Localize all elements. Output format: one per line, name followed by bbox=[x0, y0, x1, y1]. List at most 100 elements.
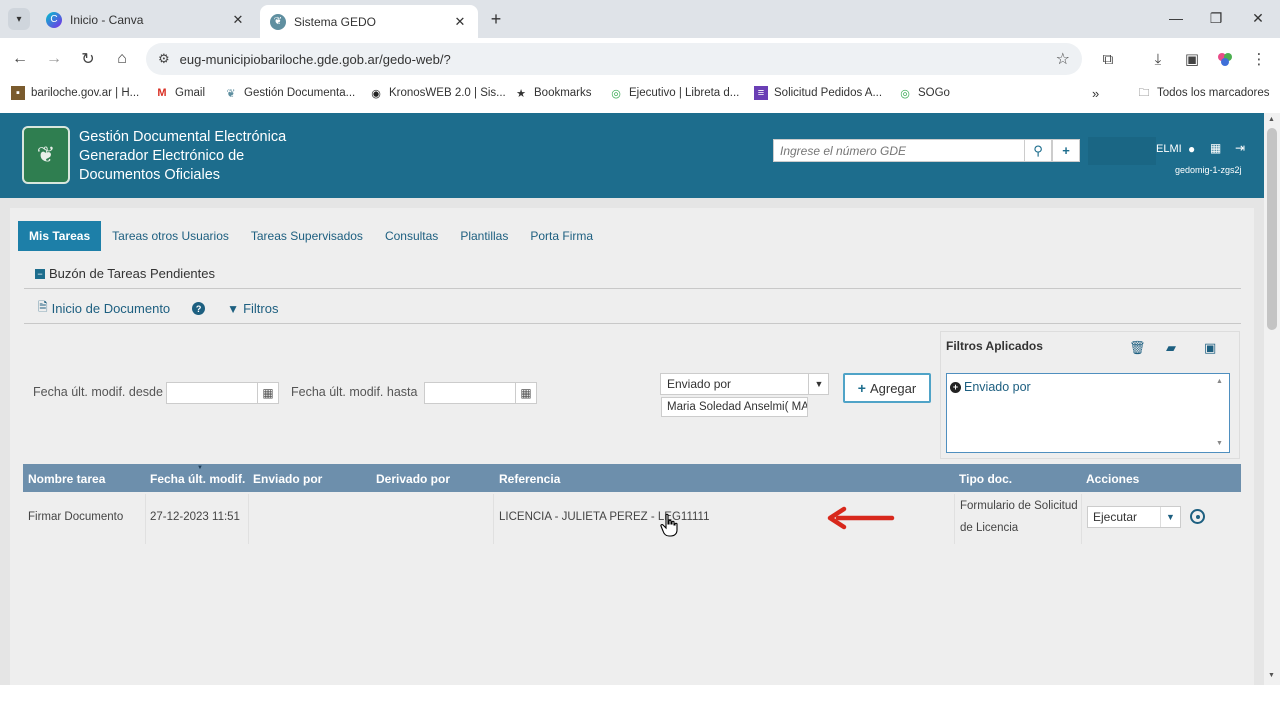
kronos-icon: ◉ bbox=[371, 87, 381, 100]
column-separator bbox=[493, 494, 494, 544]
fecha-hasta-input[interactable] bbox=[424, 382, 516, 404]
chevron-down-icon[interactable]: ▼ bbox=[808, 373, 829, 395]
scroll-up-icon[interactable]: ▲ bbox=[1216, 378, 1223, 385]
tab-mis-tareas[interactable]: Mis Tareas bbox=[18, 221, 102, 251]
view-history-icon[interactable] bbox=[1190, 509, 1205, 524]
reload-icon[interactable]: ↻ bbox=[77, 48, 99, 70]
profile-icon[interactable] bbox=[1214, 48, 1236, 70]
cell-nombre-tarea: Firmar Documento bbox=[28, 511, 124, 523]
collapse-icon[interactable]: − bbox=[35, 268, 45, 279]
remove-filter-icon[interactable]: + bbox=[950, 381, 961, 393]
bookmark-item[interactable]: ★ Bookmarks bbox=[514, 86, 592, 100]
more-bookmarks-icon[interactable]: » bbox=[1092, 86, 1099, 101]
fecha-desde-input[interactable] bbox=[166, 382, 258, 404]
filter-field-select[interactable]: Enviado por bbox=[660, 373, 829, 395]
browser-tab-gedo[interactable]: ❦ Sistema GEDO ✕ bbox=[260, 5, 478, 38]
tab-tareas-supervisados[interactable]: Tareas Supervisados bbox=[240, 221, 374, 251]
form-icon: ≡ bbox=[754, 86, 768, 100]
filter-value-input[interactable]: Maria Soledad Anselmi( MA bbox=[661, 397, 808, 417]
logout-icon[interactable]: ⇥ bbox=[1235, 141, 1245, 155]
agregar-button[interactable]: + Agregar bbox=[843, 373, 931, 403]
column-separator bbox=[248, 494, 249, 544]
save-icon[interactable]: ▣ bbox=[1204, 340, 1216, 356]
applied-filter-item[interactable]: + Enviado por bbox=[950, 380, 1031, 394]
fecha-hasta-label: Fecha últ. modif. hasta bbox=[291, 385, 418, 399]
trash-icon[interactable]: 🗑 bbox=[1129, 340, 1146, 356]
column-header[interactable]: Tipo doc. bbox=[959, 472, 1012, 486]
tab-search-chevron-icon[interactable]: ▾ bbox=[8, 8, 30, 30]
extensions-icon[interactable]: ⧉ bbox=[1097, 48, 1119, 70]
new-tab-icon[interactable]: + bbox=[486, 9, 506, 30]
bookmark-label: Bookmarks bbox=[534, 87, 592, 99]
scroll-down-icon[interactable]: ▼ bbox=[1268, 672, 1275, 679]
bookmark-label: Gmail bbox=[175, 87, 206, 99]
scroll-down-icon[interactable]: ▼ bbox=[1216, 440, 1223, 447]
column-header[interactable]: Nombre tarea bbox=[28, 472, 105, 486]
bookmark-item[interactable]: ◉ KronosWEB 2.0 | Sis... bbox=[369, 86, 506, 100]
tab-tareas-otros-usuarios[interactable]: Tareas otros Usuarios bbox=[101, 221, 240, 251]
site-info-icon[interactable]: ⚙ bbox=[158, 51, 170, 67]
scroll-thumb[interactable] bbox=[1267, 128, 1277, 330]
home-icon[interactable]: ⌂ bbox=[111, 48, 133, 70]
bookmark-label: KronosWEB 2.0 | Sis... bbox=[389, 87, 506, 99]
app-title-line: Gestión Documental Electrónica bbox=[79, 129, 287, 145]
column-header[interactable]: Enviado por bbox=[253, 472, 322, 486]
close-icon[interactable]: ✕ bbox=[452, 14, 468, 30]
user-icon[interactable]: ● bbox=[1188, 142, 1195, 156]
bookmark-item[interactable]: ❦ Gestión Documenta... bbox=[224, 86, 355, 100]
divider bbox=[24, 288, 1241, 289]
red-annotation-arrow-icon bbox=[827, 506, 895, 530]
column-header[interactable]: Referencia bbox=[499, 472, 560, 486]
browser-tab-canva[interactable]: C Inicio - Canva ✕ bbox=[36, 5, 256, 34]
add-icon[interactable]: + bbox=[1052, 139, 1080, 162]
bottom-margin bbox=[0, 685, 1280, 720]
bookmark-item[interactable]: ▪ bariloche.gov.ar | H... bbox=[11, 86, 139, 100]
inicio-documento-button[interactable]: 🗎 Inicio de Documento bbox=[38, 298, 170, 319]
tab-consultas[interactable]: Consultas bbox=[374, 221, 449, 251]
close-icon[interactable]: ✕ bbox=[230, 12, 246, 28]
section-title[interactable]: − Buzón de Tareas Pendientes bbox=[35, 266, 215, 281]
forward-icon[interactable]: → bbox=[43, 48, 65, 70]
download-icon[interactable]: ⤓ bbox=[1147, 48, 1169, 70]
gde-number-search-input[interactable] bbox=[773, 139, 1025, 162]
menu-icon[interactable]: ⋮ bbox=[1248, 48, 1270, 70]
help-icon: ? bbox=[192, 302, 206, 315]
bookmark-label: Solicitud Pedidos A... bbox=[774, 87, 883, 99]
cell-fecha: 27-12-2023 11:51 bbox=[150, 511, 240, 523]
bookmark-item[interactable]: ◎ SOGo bbox=[898, 86, 950, 100]
bookmark-item[interactable]: ◎ Ejecutivo | Libreta d... bbox=[609, 86, 739, 100]
municipality-logo: ❦ bbox=[22, 126, 70, 184]
column-header[interactable]: Fecha últ. modif. bbox=[150, 472, 245, 486]
column-header[interactable]: Derivado por bbox=[376, 472, 450, 486]
chevron-down-icon[interactable]: ▼ bbox=[1160, 507, 1180, 527]
gmail-icon: M bbox=[157, 87, 167, 99]
tab-porta-firma[interactable]: Porta Firma bbox=[519, 221, 604, 251]
side-panel-icon[interactable]: ▣ bbox=[1181, 48, 1203, 70]
applied-filters-title: Filtros Aplicados bbox=[946, 339, 1043, 353]
address-bar[interactable]: ⚙ eug-municipiobariloche.gde.gob.ar/gedo… bbox=[146, 43, 1082, 75]
filtros-button[interactable]: ▼ Filtros bbox=[227, 301, 278, 316]
bookmark-item[interactable]: ≡ Solicitud Pedidos A... bbox=[754, 86, 882, 100]
tab-plantillas[interactable]: Plantillas bbox=[449, 221, 519, 251]
help-button[interactable]: ? bbox=[192, 302, 206, 315]
folder-open-icon[interactable]: ▰ bbox=[1166, 340, 1176, 356]
column-header: Acciones bbox=[1086, 472, 1140, 486]
bariloche-icon: ▪ bbox=[11, 86, 25, 100]
filter-icon: ▼ bbox=[227, 301, 240, 316]
apps-grid-icon[interactable]: ▦ bbox=[1210, 141, 1221, 155]
search-icon[interactable]: ⚲ bbox=[1024, 139, 1052, 162]
section-actions: 🗎 Inicio de Documento ? ▼ Filtros bbox=[38, 298, 300, 319]
scroll-up-icon[interactable]: ▲ bbox=[1268, 116, 1275, 123]
all-bookmarks-folder[interactable]: 🗀 Todos los marcadores bbox=[1137, 86, 1270, 100]
bookmark-item[interactable]: M Gmail bbox=[155, 86, 205, 100]
calendar-icon[interactable]: ▦ bbox=[515, 382, 537, 404]
back-icon[interactable]: ← bbox=[9, 48, 31, 70]
minimize-icon[interactable]: — bbox=[1166, 10, 1186, 26]
tab-title: Inicio - Canva bbox=[70, 12, 144, 27]
bookmark-label: SOGo bbox=[918, 87, 950, 99]
calendar-icon[interactable]: ▦ bbox=[257, 382, 279, 404]
restore-icon[interactable]: ❐ bbox=[1206, 10, 1226, 27]
close-window-icon[interactable]: ✕ bbox=[1248, 10, 1268, 27]
bookmark-star-icon[interactable]: ☆ bbox=[1056, 49, 1070, 69]
url-text[interactable]: eug-municipiobariloche.gde.gob.ar/gedo-w… bbox=[180, 52, 1056, 67]
